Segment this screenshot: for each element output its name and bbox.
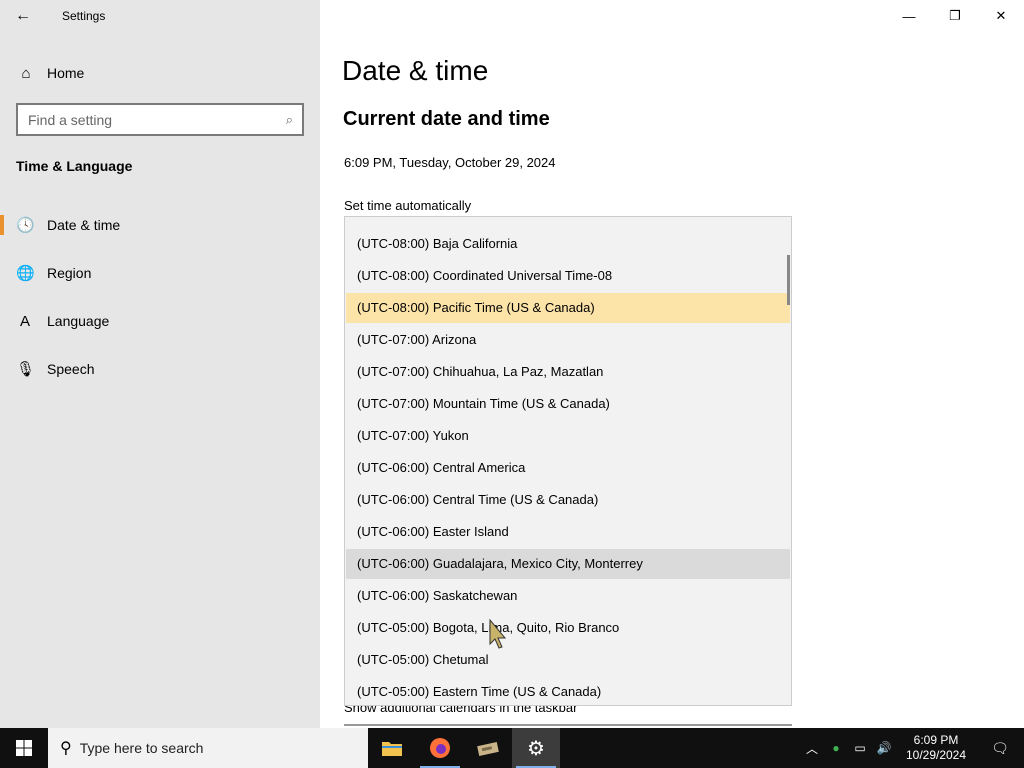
section-title: Current date and time (343, 108, 550, 130)
minimize-button[interactable]: — (886, 0, 932, 32)
timezone-option-selected[interactable]: (UTC-08:00) Pacific Time (US & Canada) (346, 293, 790, 323)
timezone-option[interactable]: (UTC-05:00) Eastern Time (US & Canada) (346, 677, 790, 705)
clock-time: 6:09 PM (913, 733, 959, 747)
timezone-option[interactable]: (UTC-06:00) Central America (346, 453, 790, 483)
sidebar-item-language[interactable]: A Language (0, 301, 320, 341)
sidebar-item-label: Region (47, 265, 92, 281)
sidebar-item-region[interactable]: 🌐 Region (0, 253, 320, 293)
close-button[interactable]: ✕ (978, 0, 1024, 32)
taskbar-app-3[interactable] (464, 728, 512, 768)
app-icon (477, 742, 499, 756)
show-hidden-icons-chevron-icon[interactable]: ︿ (800, 740, 824, 757)
app-title: Settings (62, 9, 106, 23)
windows-logo-icon (16, 740, 32, 756)
taskbar-settings[interactable]: ⚙ (512, 728, 560, 768)
timezone-option[interactable]: (UTC-07:00) Chihuahua, La Paz, Mazatlan (346, 357, 790, 387)
nav-home[interactable]: ⌂ Home (0, 57, 320, 89)
search-input[interactable] (28, 111, 258, 128)
taskbar-search[interactable]: ⚲ Type here to search (48, 728, 368, 768)
sidebar-item-label: Speech (47, 361, 95, 377)
timezone-dropdown-list[interactable]: (UTC-08:00) Baja California (UTC-08:00) … (344, 216, 792, 706)
page-title: Date & time (342, 55, 489, 86)
taskbar-search-placeholder: Type here to search (79, 740, 204, 756)
sidebar: ← Settings ⌂ Home ⌕ Time & Language 🕓 Da… (0, 0, 320, 728)
active-indicator (0, 215, 4, 235)
maximize-button[interactable]: ❐ (932, 0, 978, 32)
sidebar-item-speech[interactable]: 🎙 Speech (0, 349, 320, 389)
timezone-option[interactable]: (UTC-06:00) Central Time (US & Canada) (346, 485, 790, 515)
taskbar-clock[interactable]: 6:09 PM 10/29/2024 (896, 733, 976, 763)
timezone-option[interactable]: (UTC-06:00) Saskatchewan (346, 581, 790, 611)
taskbar: ⚲ Type here to search ⚙ ︿ ● ▭ 🔊 6:09 PM … (0, 728, 1024, 768)
taskbar-firefox[interactable] (416, 728, 464, 768)
timezone-option[interactable]: (UTC-06:00) Easter Island (346, 517, 790, 547)
taskbar-file-explorer[interactable] (368, 728, 416, 768)
back-arrow-icon: ← (15, 7, 31, 24)
firefox-icon (430, 738, 450, 758)
notifications-icon[interactable]: 🗨 (976, 740, 1024, 757)
back-button[interactable]: ← (0, 0, 46, 32)
minimize-icon: — (902, 8, 916, 24)
current-datetime: 6:09 PM, Tuesday, October 29, 2024 (344, 155, 556, 170)
busy-cursor-icon (489, 618, 507, 649)
language-icon: A (19, 312, 30, 330)
set-time-auto-label: Set time automatically (344, 198, 472, 213)
search-icon: ⚲ (60, 740, 72, 757)
user-icon[interactable]: ● (824, 741, 848, 755)
home-icon: ⌂ (21, 64, 31, 82)
network-icon[interactable]: ▭ (848, 741, 872, 755)
timezone-option[interactable]: (UTC-07:00) Yukon (346, 421, 790, 451)
clock-icon: 🕓 (16, 217, 35, 234)
sidebar-item-label: Date & time (47, 217, 121, 233)
dropdown-scrollbar[interactable] (787, 255, 790, 305)
title-bar: ← Settings (0, 0, 320, 32)
find-setting-search[interactable]: ⌕ (16, 103, 304, 136)
timezone-option[interactable]: (UTC-08:00) Coordinated Universal Time-0… (346, 261, 790, 291)
timezone-option[interactable]: (UTC-08:00) Baja California (346, 229, 790, 259)
gear-icon: ⚙ (527, 737, 545, 760)
section-label: Time & Language (16, 158, 133, 174)
clock-date: 10/29/2024 (905, 748, 967, 762)
volume-icon[interactable]: 🔊 (872, 741, 896, 755)
timezone-option[interactable]: (UTC-05:00) Bogota, Lima, Quito, Rio Bra… (346, 613, 790, 643)
sidebar-item-label: Language (47, 313, 110, 329)
search-icon: ⌕ (285, 111, 293, 127)
system-tray: ︿ ● ▭ 🔊 6:09 PM 10/29/2024 🗨 (800, 728, 1024, 768)
nav-home-label: Home (47, 65, 85, 81)
globe-icon: 🌐 (16, 265, 35, 282)
restore-icon: ❐ (949, 8, 961, 23)
microphone-icon: 🎙 (16, 361, 36, 378)
close-icon: ✕ (995, 8, 1007, 23)
timezone-option[interactable]: (UTC-07:00) Mountain Time (US & Canada) (346, 389, 790, 419)
folder-icon (382, 742, 402, 756)
sidebar-item-date-time[interactable]: 🕓 Date & time (0, 205, 320, 245)
timezone-option[interactable]: (UTC-07:00) Arizona (346, 325, 790, 355)
timezone-option-hovered[interactable]: (UTC-06:00) Guadalajara, Mexico City, Mo… (346, 549, 790, 579)
window-controls: — ❐ ✕ (886, 0, 1024, 32)
timezone-option[interactable]: (UTC-05:00) Chetumal (346, 645, 790, 675)
start-button[interactable] (0, 728, 48, 768)
